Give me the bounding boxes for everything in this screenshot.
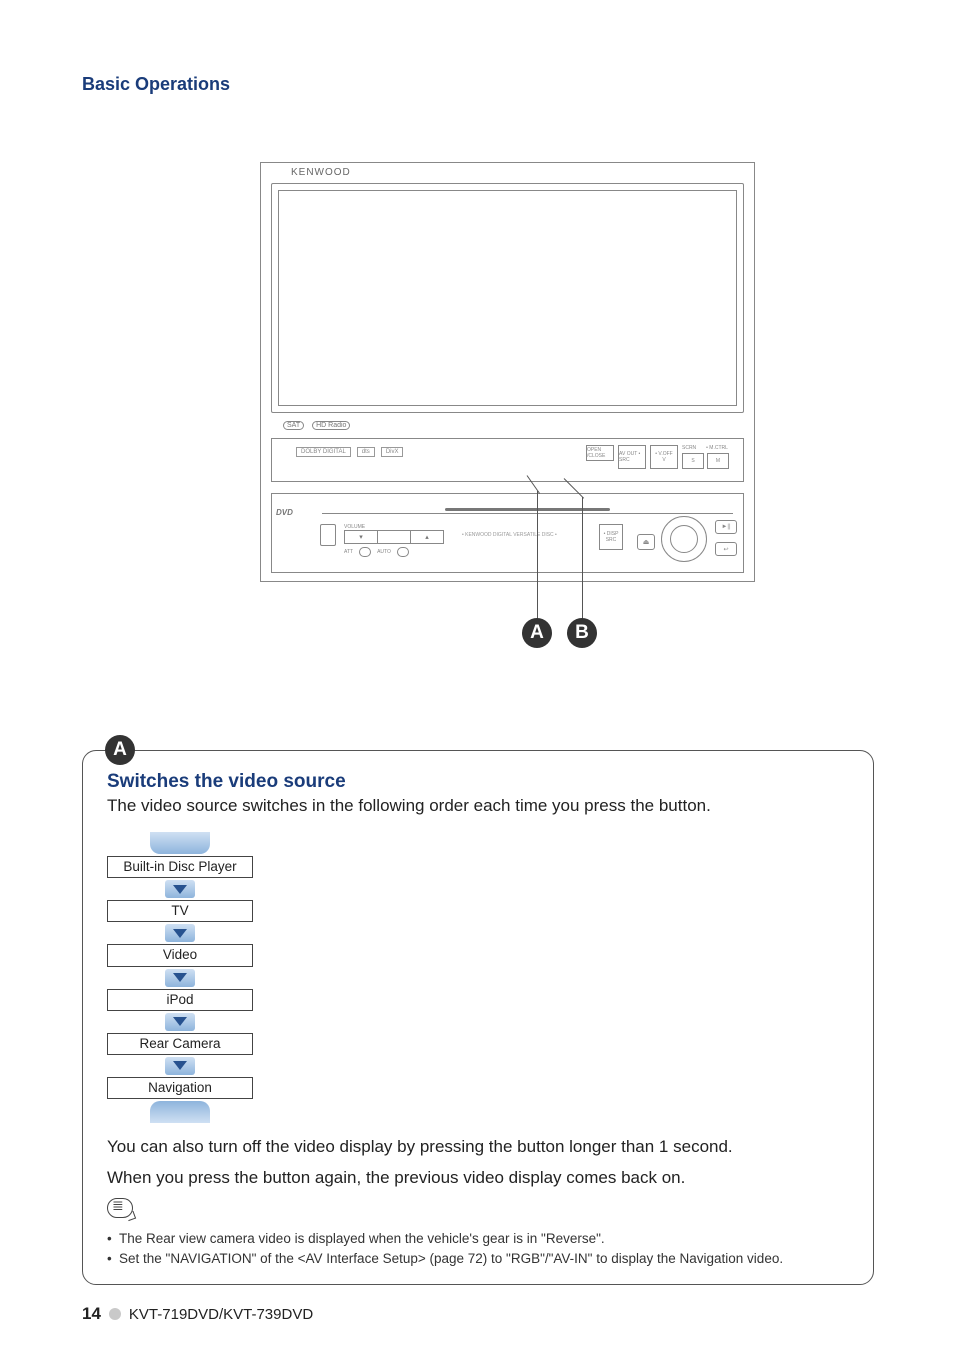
lower-panel: DVD VOLUME ▾ ▴ ATT AUTO • KENWOOD DIGITA… xyxy=(271,493,744,573)
flow-item: iPod xyxy=(107,989,253,1011)
flow-cap-bottom xyxy=(150,1101,210,1123)
info-box-a: A Switches the video source The video so… xyxy=(82,750,874,1285)
flow-arrow-bg xyxy=(165,1057,195,1075)
jog-dial xyxy=(661,516,707,562)
flow-arrow-bg xyxy=(165,924,195,942)
src-label: SRC xyxy=(606,537,617,543)
source-flow-diagram: Built-in Disc Player TV Video iPod Rear … xyxy=(107,832,253,1123)
down-arrow-icon xyxy=(173,885,187,894)
callout-b: B xyxy=(567,618,597,648)
left-aux-button: ⏏ xyxy=(637,534,655,550)
leader-line-a xyxy=(537,491,538,619)
dvd-logo: DVD xyxy=(276,508,293,517)
play-pause-icon: ►|| xyxy=(715,520,737,534)
av-out-button: AV OUT • SRC xyxy=(618,445,646,469)
s-button: S xyxy=(682,453,704,469)
att-label: ATT xyxy=(344,549,353,555)
disp-src-button: • DISP SRC xyxy=(599,524,623,550)
down-arrow-icon xyxy=(173,929,187,938)
flow-item: Rear Camera xyxy=(107,1033,253,1055)
flow-arrow-bg xyxy=(165,880,195,898)
flow-item: Video xyxy=(107,944,253,966)
disc-slot xyxy=(322,500,733,514)
divx-logo: DivX xyxy=(381,447,404,457)
info-box-badge: A xyxy=(105,735,135,765)
disc-label-text: • KENWOOD DIGITAL VERSATILE DISC • xyxy=(462,532,557,538)
flow-cap-top xyxy=(150,832,210,854)
hdradio-badge: HD Radio xyxy=(312,421,350,430)
model-label: KVT-719DVD/KVT-739DVD xyxy=(129,1306,313,1323)
note-list: The Rear view camera video is displayed … xyxy=(107,1229,849,1268)
vol-divider xyxy=(378,531,411,543)
upper-button-row: OPEN /CLOSE AV OUT • SRC • V.OFF V SCRN … xyxy=(586,445,729,469)
dts-logo: dts xyxy=(357,447,375,457)
screen xyxy=(278,190,737,406)
att-knob-icon xyxy=(359,547,371,557)
note-icon xyxy=(107,1198,133,1218)
return-icon: ↩ xyxy=(715,542,737,556)
right-aux-buttons: ►|| ↩ xyxy=(715,520,737,556)
v-off-button: • V.OFF V xyxy=(650,445,678,469)
mctrl-label: • M.CTRL xyxy=(706,445,728,451)
device-illustration: KENWOOD SAT HD Radio DOLBY DIGITAL dts D… xyxy=(260,162,755,582)
note-item: The Rear view camera video is displayed … xyxy=(107,1229,849,1249)
sat-badge: SAT xyxy=(283,421,304,430)
mid-panel: DOLBY DIGITAL dts DivX OPEN /CLOSE AV OU… xyxy=(271,438,744,482)
scrn-label: SCRN xyxy=(682,445,696,451)
flow-arrow-bg xyxy=(165,1013,195,1031)
down-arrow-icon xyxy=(173,1061,187,1070)
flow-item: Navigation xyxy=(107,1077,253,1099)
volume-group: VOLUME ▾ ▴ ATT AUTO xyxy=(344,524,444,557)
open-close-button: OPEN /CLOSE xyxy=(586,445,614,461)
note-item: Set the "NAVIGATION" of the <AV Interfac… xyxy=(107,1249,849,1269)
auto-knob-icon xyxy=(397,547,409,557)
section-title: Basic Operations xyxy=(82,74,230,95)
flow-item: Built-in Disc Player xyxy=(107,856,253,878)
page-number: 14 xyxy=(82,1304,101,1324)
vol-down-icon: ▾ xyxy=(345,531,378,543)
down-arrow-icon xyxy=(173,973,187,982)
footer-dot-icon xyxy=(109,1308,121,1320)
ir-window xyxy=(320,524,336,546)
vol-up-icon: ▴ xyxy=(411,531,443,543)
page-footer: 14 KVT-719DVD/KVT-739DVD xyxy=(82,1304,313,1324)
auto-label: AUTO xyxy=(377,549,391,555)
volume-buttons: ▾ ▴ xyxy=(344,530,444,544)
radio-badges: SAT HD Radio xyxy=(283,421,350,430)
info-box-intro: The video source switches in the followi… xyxy=(107,795,849,818)
v-label: V xyxy=(662,457,665,463)
callout-a: A xyxy=(522,618,552,648)
dolby-logo: DOLBY DIGITAL xyxy=(296,447,351,457)
leader-line-b xyxy=(582,497,583,619)
format-logos: DOLBY DIGITAL dts DivX xyxy=(296,447,403,457)
flow-item: TV xyxy=(107,900,253,922)
brand-label: KENWOOD xyxy=(291,167,351,178)
info-box-outro1: You can also turn off the video display … xyxy=(107,1135,849,1160)
flow-arrow-bg xyxy=(165,969,195,987)
screen-bezel xyxy=(271,183,744,413)
info-box-outro2: When you press the button again, the pre… xyxy=(107,1166,849,1191)
down-arrow-icon xyxy=(173,1017,187,1026)
info-box-title: Switches the video source xyxy=(107,771,849,793)
m-button: M xyxy=(707,453,729,469)
